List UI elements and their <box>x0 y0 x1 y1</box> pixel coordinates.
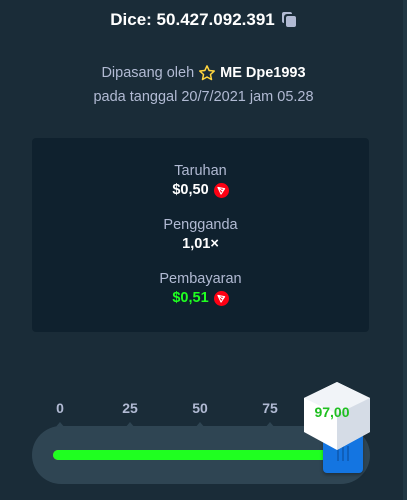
page-title: Dice: 50.427.092.391 <box>110 10 275 29</box>
trx-icon <box>213 182 229 198</box>
bet-details-card: Taruhan $0,50 Pengganda 1,01× Pembayaran… <box>32 138 369 332</box>
bet-value-row: $0,50 <box>172 180 229 200</box>
payout-value: $0,51 <box>172 290 209 306</box>
slider-fill-win-range <box>53 450 344 460</box>
username-link[interactable]: Dpe1993 <box>246 65 306 81</box>
multiplier-value: 1,01× <box>182 236 219 252</box>
bet-amount-block: Taruhan $0,50 <box>32 163 369 200</box>
multiplier-label: Pengganda <box>163 217 238 233</box>
bet-label: Taruhan <box>174 163 227 179</box>
result-value: 97,00 <box>314 404 350 420</box>
trx-icon <box>213 290 229 306</box>
tick-label: 50 <box>192 400 208 416</box>
copy-icon[interactable] <box>281 12 297 28</box>
multiplier-block: Pengganda 1,01× <box>32 217 369 254</box>
placed-date: pada tanggal 20/7/2021 jam 05.28 <box>93 89 314 105</box>
placed-by-line: Dipasang oleh ME Dpe1993 <box>0 64 407 82</box>
tick-label: 25 <box>122 400 138 416</box>
bet-header: Dice: 50.427.092.391 <box>0 10 407 30</box>
vip-prefix: ME <box>220 65 242 81</box>
bet-value: $0,50 <box>172 182 209 198</box>
payout-block: Pembayaran $0,51 <box>32 271 369 308</box>
placed-by-label: Dipasang oleh <box>101 65 195 81</box>
tick-label: 75 <box>262 400 278 416</box>
payout-label: Pembayaran <box>159 271 242 287</box>
tick-label: 0 <box>56 400 64 416</box>
star-icon <box>198 64 216 82</box>
payout-value-row: $0,51 <box>172 288 229 308</box>
